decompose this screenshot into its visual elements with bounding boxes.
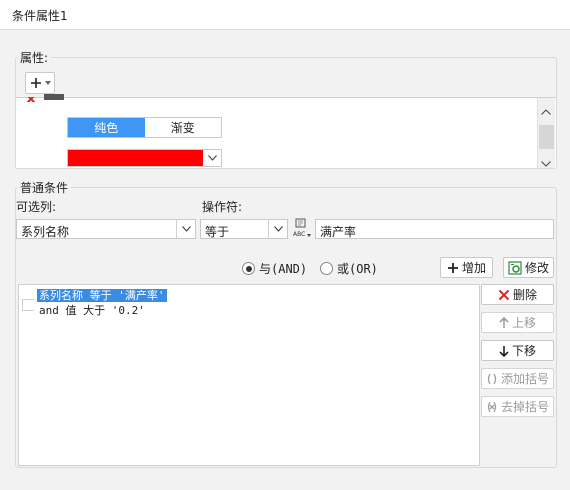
chevron-down-icon[interactable] — [176, 220, 195, 238]
fill-color-picker[interactable] — [67, 149, 222, 167]
conditions-legend: 普通条件 — [17, 179, 72, 196]
list-item[interactable]: and 值 大于 '0.2' — [39, 302, 145, 318]
scroll-thumb[interactable] — [539, 125, 554, 149]
radio-dot-checked[interactable] — [242, 262, 255, 275]
scroll-down-icon[interactable] — [541, 156, 551, 170]
remove-parentheses-label: 去掉括号 — [500, 400, 549, 414]
tree-bracket — [22, 299, 34, 311]
operator-select[interactable]: 等于 — [200, 219, 288, 239]
clipped-attribute-label — [44, 94, 64, 100]
edit-gear-icon — [508, 260, 522, 275]
add-parentheses-label: 添加括号 — [500, 372, 549, 386]
add-condition-label: 增加 — [461, 261, 486, 275]
and-radio[interactable]: 与(AND) — [242, 260, 307, 277]
move-up-label: 上移 — [511, 316, 536, 330]
attributes-legend: 属性: — [17, 49, 52, 66]
optional-column-label: 可选列: — [16, 200, 57, 214]
delete-x-icon — [498, 289, 510, 300]
or-radio-label: 或(OR) — [337, 262, 378, 276]
scroll-up-icon[interactable] — [541, 104, 551, 118]
chevron-down-icon[interactable] — [268, 220, 287, 238]
dialog-title-bar: 条件属性1 — [0, 0, 570, 30]
list-item-text: and 值 大于 '0.2' — [39, 304, 145, 317]
color-swatch — [68, 150, 203, 166]
move-up-button[interactable]: 上移 — [481, 312, 554, 333]
svg-text:ABC: ABC — [293, 231, 305, 238]
parentheses-icon — [487, 373, 497, 384]
chevron-down-icon — [44, 81, 51, 85]
condition-value-text: 满产率 — [320, 225, 357, 239]
remove-parentheses-icon — [487, 401, 497, 412]
and-radio-label: 与(AND) — [259, 262, 308, 276]
move-down-button[interactable]: 下移 — [481, 340, 554, 361]
chevron-down-icon[interactable] — [203, 150, 221, 166]
modify-condition-label: 修改 — [524, 261, 549, 275]
remove-attribute-icon[interactable] — [24, 96, 40, 102]
attribute-list-area: 纯色 渐变 — [16, 94, 556, 168]
gradient-option[interactable]: 渐变 — [145, 118, 222, 137]
add-parentheses-button[interactable]: 添加括号 — [481, 368, 554, 389]
add-attribute-button[interactable] — [25, 72, 55, 94]
column-select-value: 系列名称 — [21, 225, 70, 239]
remove-parentheses-button[interactable]: 去掉括号 — [481, 396, 554, 417]
fill-mode-toggle[interactable]: 纯色 渐变 — [67, 117, 222, 138]
operator-label: 操作符: — [202, 200, 243, 214]
operator-select-value: 等于 — [205, 225, 230, 239]
add-condition-button[interactable]: 增加 — [440, 257, 493, 278]
delete-condition-button[interactable]: 删除 — [481, 284, 554, 305]
list-item[interactable]: 系列名称 等于 '满产率' — [37, 287, 167, 303]
dialog-title: 条件属性1 — [12, 9, 68, 23]
radio-dot[interactable] — [320, 262, 333, 275]
condition-value-input[interactable]: 满产率 — [315, 219, 554, 239]
plus-icon — [30, 78, 41, 88]
or-radio[interactable]: 或(OR) — [320, 260, 378, 277]
column-select[interactable]: 系列名称 — [16, 219, 196, 239]
abc-value-type-icon[interactable]: ABC — [292, 217, 312, 239]
modify-condition-button[interactable]: 修改 — [503, 257, 554, 278]
arrow-down-icon — [499, 345, 509, 357]
move-down-label: 下移 — [511, 344, 536, 358]
arrow-up-icon — [499, 316, 509, 328]
plus-icon — [447, 262, 458, 273]
delete-condition-label: 删除 — [512, 288, 537, 302]
solid-color-option[interactable]: 纯色 — [68, 118, 145, 137]
condition-list[interactable]: 系列名称 等于 '满产率' and 值 大于 '0.2' — [18, 284, 480, 466]
vertical-scrollbar[interactable] — [537, 98, 555, 168]
list-item-text: 系列名称 等于 '满产率' — [37, 289, 167, 302]
